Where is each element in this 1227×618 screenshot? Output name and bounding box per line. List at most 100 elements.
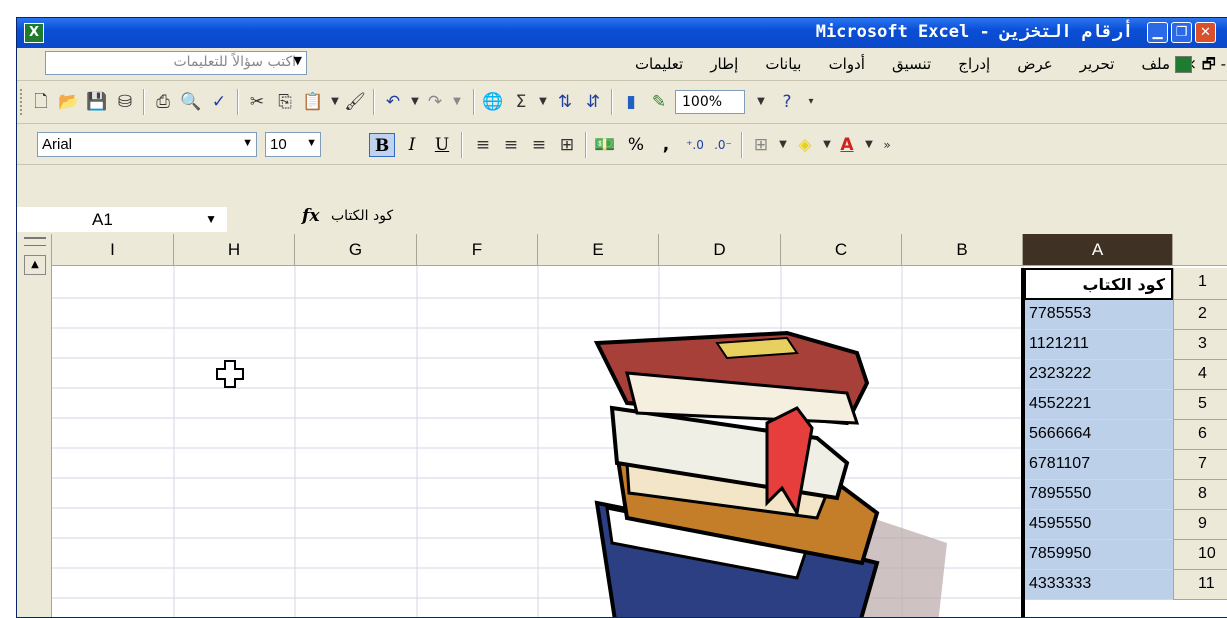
cell-a7[interactable]: 6781107 — [1024, 450, 1173, 480]
cell-a11[interactable]: 4333333 — [1024, 570, 1173, 600]
zoom-box[interactable]: 100% — [675, 90, 745, 114]
row-header-7[interactable]: 7 — [1173, 450, 1227, 480]
column-header-c[interactable]: C — [781, 234, 902, 266]
menu-data[interactable]: بيانات — [765, 55, 801, 73]
title-bar[interactable]: X Microsoft Excel - أرقام التخزين ▁ ❐ ✕ — [17, 18, 1227, 48]
toolbar-options-icon[interactable]: » — [875, 133, 899, 157]
bold-button[interactable]: B — [369, 133, 395, 157]
formula-content[interactable]: كود الكتاب — [331, 208, 393, 224]
new-icon[interactable]: 🗋 — [29, 90, 53, 114]
column-header-a[interactable]: A — [1023, 234, 1173, 266]
close-button[interactable]: ✕ — [1195, 22, 1216, 43]
name-box-dropdown-icon[interactable]: ▼ — [205, 212, 217, 226]
column-header-b[interactable]: B — [902, 234, 1023, 266]
drawing-icon[interactable]: ✎ — [647, 90, 671, 114]
column-header-f[interactable]: F — [417, 234, 538, 266]
row-header-5[interactable]: 5 — [1173, 390, 1227, 420]
merge-center-icon[interactable]: ⊞ — [555, 133, 579, 157]
row-header-6[interactable]: 6 — [1173, 420, 1227, 450]
row-header-9[interactable]: 9 — [1173, 510, 1227, 540]
name-box[interactable]: A1 ▼ — [17, 207, 227, 232]
font-size-combo[interactable]: 10 ▼ — [265, 132, 321, 157]
restore-button[interactable]: ❐ — [1171, 22, 1192, 43]
font-dropdown-icon[interactable]: ▼ — [242, 137, 253, 149]
menu-window[interactable]: إطار — [710, 55, 738, 73]
cell-a6[interactable]: 5666664 — [1024, 420, 1173, 450]
comma-button[interactable]: , — [653, 133, 679, 157]
redo-icon[interactable]: ↷ — [423, 90, 447, 114]
align-left-icon[interactable]: ≡ — [527, 133, 551, 157]
menu-format[interactable]: تنسيق — [892, 55, 931, 73]
column-header-e[interactable]: E — [538, 234, 659, 266]
minimize-button[interactable]: ▁ — [1147, 22, 1168, 43]
zoom-dropdown-icon[interactable]: ▼ — [749, 90, 773, 114]
row-header-4[interactable]: 4 — [1173, 360, 1227, 390]
align-center-icon[interactable]: ≡ — [499, 133, 523, 157]
scroll-up-arrow-icon[interactable]: ▲ — [24, 255, 46, 275]
cell-a9[interactable]: 4595550 — [1024, 510, 1173, 540]
fill-color-icon[interactable]: ◈ — [793, 133, 817, 157]
underline-button[interactable]: U — [429, 133, 455, 157]
row-header-8[interactable]: 8 — [1173, 480, 1227, 510]
copy-icon[interactable]: ⎘ — [273, 90, 297, 114]
cell-a3[interactable]: 1121211 — [1024, 330, 1173, 360]
format-painter-icon[interactable]: 🖌 — [343, 90, 367, 114]
column-header-i[interactable]: I — [52, 234, 174, 266]
autosum-icon[interactable]: Σ — [509, 90, 533, 114]
help-icon[interactable]: ? — [775, 90, 799, 114]
row-header-11[interactable]: 11 — [1173, 570, 1227, 600]
print-preview-icon[interactable]: 🔍 — [179, 90, 203, 114]
increase-decimal-icon[interactable]: ⁺.0 — [683, 133, 707, 157]
italic-button[interactable]: I — [399, 133, 425, 157]
chart-wizard-icon[interactable]: ▮ — [619, 90, 643, 114]
size-dropdown-icon[interactable]: ▼ — [306, 137, 317, 149]
ask-question-box[interactable]: اكتب سؤالاً للتعليمات ▼ — [45, 51, 307, 75]
percent-button[interactable]: % — [623, 133, 649, 157]
borders-dropdown-icon[interactable]: ▼ — [771, 133, 795, 157]
insert-function-icon[interactable]: fx — [302, 206, 319, 226]
cell-a4[interactable]: 2323222 — [1024, 360, 1173, 390]
split-handle[interactable] — [24, 237, 46, 246]
open-icon[interactable]: 📂 — [57, 90, 81, 114]
paste-icon[interactable]: 📋 — [301, 90, 325, 114]
toolbar-grip[interactable] — [20, 89, 26, 115]
menu-insert[interactable]: إدراج — [958, 55, 990, 73]
column-header-g[interactable]: G — [295, 234, 417, 266]
cell-a2[interactable]: 7785553 — [1024, 300, 1173, 330]
save-icon[interactable]: 💾 — [85, 90, 109, 114]
row-header-10[interactable]: 10 — [1173, 540, 1227, 570]
align-right-icon[interactable]: ≡ — [471, 133, 495, 157]
menu-file[interactable]: ملف — [1141, 55, 1170, 73]
column-header-d[interactable]: D — [659, 234, 781, 266]
autosum-dropdown-icon[interactable]: ▼ — [531, 90, 555, 114]
hyperlink-icon[interactable]: 🌐 — [481, 90, 505, 114]
redo-dropdown-icon[interactable]: ▼ — [445, 90, 469, 114]
cut-icon[interactable]: ✂ — [245, 90, 269, 114]
menu-help[interactable]: تعليمات — [635, 55, 683, 73]
column-header-h[interactable]: H — [174, 234, 295, 266]
borders-icon[interactable]: ⊞ — [749, 133, 773, 157]
menu-edit[interactable]: تحرير — [1080, 55, 1115, 73]
sort-ascending-icon[interactable]: ⇅ — [553, 90, 577, 114]
menu-tools[interactable]: أدوات — [829, 55, 865, 73]
select-all-corner[interactable] — [1173, 234, 1227, 266]
decrease-decimal-icon[interactable]: .0⁻ — [711, 133, 735, 157]
sort-descending-icon[interactable]: ⇵ — [581, 90, 605, 114]
vertical-scrollbar[interactable]: ▲ — [17, 234, 52, 617]
cell-a8[interactable]: 7895550 — [1024, 480, 1173, 510]
permission-icon[interactable]: ⛁ — [113, 90, 137, 114]
spelling-icon[interactable]: ✓ — [207, 90, 231, 114]
undo-icon[interactable]: ↶ — [381, 90, 405, 114]
toolbar-options-icon[interactable]: ▾ — [799, 90, 823, 114]
row-header-2[interactable]: 2 — [1173, 300, 1227, 330]
ask-dropdown-icon[interactable]: ▼ — [294, 54, 302, 67]
row-header-1[interactable]: 1 — [1173, 268, 1227, 300]
font-name-combo[interactable]: Arial ▼ — [37, 132, 257, 157]
row-header-3[interactable]: 3 — [1173, 330, 1227, 360]
cell-a5[interactable]: 4552221 — [1024, 390, 1173, 420]
menu-view[interactable]: عرض — [1017, 55, 1052, 73]
font-color-icon[interactable]: A — [835, 133, 859, 157]
cell-a1[interactable]: كود الكتاب — [1024, 268, 1173, 300]
print-icon[interactable]: ⎙ — [151, 90, 175, 114]
excel-app-icon[interactable]: X — [24, 23, 44, 43]
